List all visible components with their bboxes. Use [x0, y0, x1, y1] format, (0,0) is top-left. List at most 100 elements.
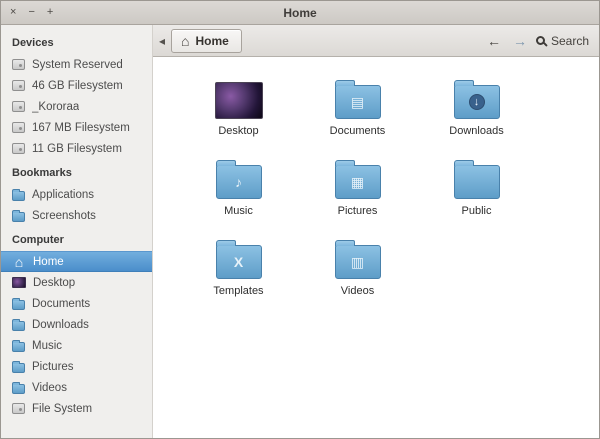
file-icon-box: ↓: [453, 71, 500, 119]
file-item-pictures[interactable]: ▦ Pictures: [298, 151, 417, 217]
file-icon-box: X: [215, 231, 262, 279]
file-item-videos[interactable]: ▥ Videos: [298, 231, 417, 297]
sidebar-item-label: Desktop: [33, 276, 76, 289]
file-item-templates[interactable]: X Templates: [179, 231, 298, 297]
sidebar-item-label: System Reserved: [32, 58, 123, 71]
sidebar-section-title: Devices: [12, 37, 54, 49]
sidebar-item-label: 167 MB Filesystem: [32, 121, 130, 134]
file-item-desktop[interactable]: Desktop: [179, 71, 298, 137]
breadcrumb-home-button[interactable]: ⌂ Home: [171, 28, 242, 53]
music-emblem-icon: ♪: [235, 174, 242, 190]
breadcrumb-label: Home: [195, 33, 229, 48]
folder-icon: [12, 318, 25, 331]
search-button[interactable]: Search: [535, 33, 589, 48]
sidebar-item-home[interactable]: ⌂ Home: [1, 251, 152, 272]
filesystem-icon: [12, 403, 25, 414]
sidebar-section-computer: Computer ⌂ Home Desktop Documents Downloads Mu…: [1, 226, 152, 419]
sidebar-item-label: Home: [33, 255, 64, 268]
folder-icon: ♪: [215, 160, 262, 199]
sidebar-item-label: 11 GB Filesystem: [32, 142, 122, 155]
sidebar-item-kororaa[interactable]: _Kororaa: [1, 96, 152, 117]
back-arrow-icon[interactable]: ←: [484, 33, 504, 49]
window-controls: × − +: [1, 7, 53, 18]
sidebar-item-label: Music: [32, 339, 63, 352]
sidebar-item-pictures[interactable]: Pictures: [1, 356, 152, 377]
file-label: Pictures: [337, 205, 378, 217]
sidebar-item-167-mb-filesystem[interactable]: 167 MB Filesystem: [1, 117, 152, 138]
sidebar-item-music[interactable]: Music: [1, 335, 152, 356]
sidebar-sections: Devices System Reserved 46 GB Filesystem _K…: [1, 29, 152, 419]
file-icon-box: [214, 71, 263, 119]
minimize-icon[interactable]: −: [28, 7, 34, 18]
file-label: Music: [224, 205, 253, 217]
sidebar-item-desktop[interactable]: Desktop: [1, 272, 152, 293]
drive-icon: [12, 101, 25, 112]
sidebar-item-label: Downloads: [32, 318, 89, 331]
templates-emblem-icon: X: [233, 254, 244, 270]
sidebar-item-file-system[interactable]: File System: [1, 398, 152, 419]
sidebar-item-label: Applications: [32, 188, 95, 201]
sidebar-section-title: Computer: [12, 234, 64, 246]
file-label: Documents: [329, 125, 386, 137]
sidebar-item-downloads[interactable]: Downloads: [1, 314, 152, 335]
search-label: Search: [550, 33, 589, 48]
file-manager-window: × − + Home Devices System Reserved 46 GB F…: [0, 0, 600, 439]
drive-icon: [12, 80, 25, 91]
file-label: Templates: [213, 285, 264, 297]
drive-icon: [12, 122, 25, 133]
file-icon-box: [453, 151, 500, 199]
file-item-downloads[interactable]: ↓ Downloads: [417, 71, 536, 137]
sidebar-item-label: File System: [32, 402, 93, 415]
folder-icon: X: [215, 240, 262, 279]
sidebar-item-46-gb-filesystem[interactable]: 46 GB Filesystem: [1, 75, 152, 96]
forward-arrow-icon[interactable]: →: [510, 33, 530, 49]
drive-icon: [12, 59, 25, 70]
file-label: Desktop: [218, 125, 259, 137]
sidebar-item-label: Videos: [32, 381, 67, 394]
file-icon-box: ▥: [334, 231, 381, 279]
pathbar-scroll-left-icon[interactable]: ◂: [159, 34, 165, 48]
sidebar-item-label: Screenshots: [32, 209, 96, 222]
sidebar-item-applications[interactable]: Applications: [1, 184, 152, 205]
file-icon-box: ▦: [334, 151, 381, 199]
file-item-music[interactable]: ♪ Music: [179, 151, 298, 217]
sidebar-item-documents[interactable]: Documents: [1, 293, 152, 314]
folder-icon: [12, 381, 25, 394]
file-item-public[interactable]: Public: [417, 151, 536, 217]
toolbar: ◂ ⌂ Home ← → Search: [153, 25, 599, 57]
window-title: Home: [283, 5, 317, 20]
pictures-emblem-icon: ▦: [350, 173, 365, 190]
downloads-emblem-icon: ↓: [468, 94, 485, 110]
file-icon-box: ♪: [215, 151, 262, 199]
sidebar-section-devices: Devices System Reserved 46 GB Filesystem _K…: [1, 29, 152, 159]
search-icon: [535, 36, 545, 45]
close-icon[interactable]: ×: [10, 7, 16, 18]
titlebar: × − + Home: [1, 1, 599, 25]
sidebar-section-bookmarks: Bookmarks Applications Screenshots: [1, 159, 152, 226]
sidebar-item-videos[interactable]: Videos: [1, 377, 152, 398]
desktop-icon: [12, 277, 26, 288]
folder-icon: ▤: [334, 80, 381, 119]
sidebar-item-label: Documents: [32, 297, 91, 310]
sidebar-item-screenshots[interactable]: Screenshots: [1, 205, 152, 226]
folder-icon: ▦: [334, 160, 381, 199]
folder-icon: [12, 297, 25, 310]
sidebar-item-label: 46 GB Filesystem: [32, 79, 123, 92]
sidebar-item-label: Pictures: [32, 360, 74, 373]
file-item-documents[interactable]: ▤ Documents: [298, 71, 417, 137]
sidebar-item-label: _Kororaa: [32, 100, 80, 113]
sidebar-item-system-reserved[interactable]: System Reserved: [1, 54, 152, 75]
sidebar: Devices System Reserved 46 GB Filesystem _K…: [1, 25, 153, 438]
folder-icon: [12, 339, 25, 352]
sidebar-item-11-gb-filesystem[interactable]: 11 GB Filesystem: [1, 138, 152, 159]
file-label: Downloads: [449, 125, 504, 137]
folder-icon: [453, 160, 500, 199]
folder-icon: ▥: [334, 240, 381, 279]
desktop-thumbnail-icon: [214, 82, 263, 119]
folder-icon: [12, 209, 25, 222]
home-icon: ⌂: [181, 32, 190, 49]
home-icon: ⌂: [14, 253, 24, 270]
folder-icon: ↓: [453, 80, 500, 119]
maximize-icon[interactable]: +: [47, 7, 53, 18]
folder-icon: [12, 188, 25, 201]
